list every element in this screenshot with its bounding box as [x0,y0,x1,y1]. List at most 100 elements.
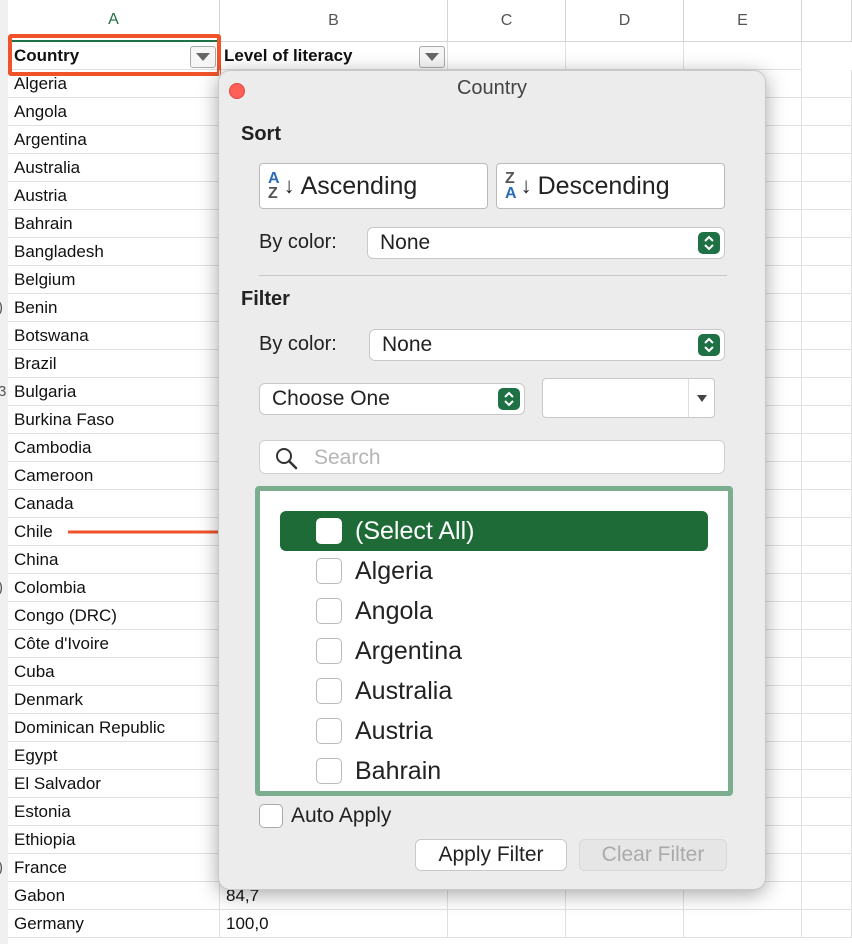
sort-by-color-select[interactable]: None [367,227,725,259]
header-cell-c[interactable] [448,42,566,70]
country-cell[interactable]: Bahrain [8,210,220,238]
country-cell[interactable]: Congo (DRC) [8,602,220,630]
auto-apply-checkbox[interactable] [259,804,283,828]
empty-cell[interactable] [802,266,852,294]
country-cell[interactable]: Germany [8,910,220,938]
empty-cell[interactable] [802,126,852,154]
filter-list-item[interactable]: Austria [280,711,708,751]
country-cell[interactable]: El Salvador [8,770,220,798]
country-cell[interactable]: Belgium [8,266,220,294]
select-all-item[interactable]: (Select All) [280,511,708,551]
literacy-cell[interactable]: 100,0 [220,910,448,938]
empty-cell[interactable] [802,630,852,658]
sort-ascending-button[interactable]: AZ ↓ Ascending [259,163,488,209]
filter-list-item[interactable]: Australia [280,671,708,711]
filter-list-item[interactable]: Bahrain [280,751,708,791]
condition-value-combo[interactable] [542,378,715,418]
empty-cell[interactable] [802,686,852,714]
item-checkbox[interactable] [316,598,342,624]
item-checkbox[interactable] [316,718,342,744]
country-cell[interactable]: Ethiopia [8,826,220,854]
column-header-d[interactable]: D [566,0,684,42]
country-cell[interactable]: Canada [8,490,220,518]
search-input[interactable] [312,443,706,473]
country-cell[interactable]: Angola [8,98,220,126]
country-cell[interactable]: Denmark [8,686,220,714]
country-cell[interactable]: Botswana [8,322,220,350]
empty-cell[interactable] [802,182,852,210]
empty-cell[interactable] [802,98,852,126]
country-cell[interactable]: Cameroon [8,462,220,490]
empty-cell[interactable] [802,574,852,602]
header-cell-d[interactable] [566,42,684,70]
empty-cell[interactable] [802,742,852,770]
header-cell-e[interactable] [684,42,802,70]
country-cell[interactable]: China [8,546,220,574]
empty-cell[interactable] [802,602,852,630]
country-cell[interactable]: Dominican Republic [8,714,220,742]
country-cell[interactable]: Gabon [8,882,220,910]
item-checkbox[interactable] [316,678,342,704]
empty-cell[interactable] [802,910,852,938]
filter-by-color-select[interactable]: None [369,329,725,361]
empty-cell[interactable] [802,518,852,546]
empty-cell[interactable] [802,462,852,490]
country-cell[interactable]: Austria [8,182,220,210]
header-cell-literacy[interactable]: Level of literacy [218,42,448,70]
empty-cell[interactable] [448,910,566,938]
column-header-e[interactable]: E [684,0,802,42]
column-header-c[interactable]: C [448,0,566,42]
empty-cell[interactable] [802,210,852,238]
empty-cell[interactable] [802,154,852,182]
apply-filter-button[interactable]: Apply Filter [415,839,567,871]
empty-cell[interactable] [802,70,852,98]
auto-apply-toggle[interactable]: Auto Apply [259,804,391,828]
row-number[interactable]: 3 [0,378,6,406]
country-cell[interactable]: Bulgaria [8,378,220,406]
item-checkbox[interactable] [316,638,342,664]
column-header-f[interactable] [802,0,852,42]
empty-cell[interactable] [802,546,852,574]
empty-cell[interactable] [802,378,852,406]
empty-cell[interactable] [802,798,852,826]
empty-cell[interactable] [802,434,852,462]
empty-cell[interactable] [802,826,852,854]
empty-cell[interactable] [802,406,852,434]
search-field[interactable] [259,440,725,474]
item-checkbox[interactable] [316,758,342,784]
select-all-checkbox[interactable] [316,518,342,544]
empty-cell[interactable] [802,658,852,686]
country-cell[interactable]: France [8,854,220,882]
clear-filter-button[interactable]: Clear Filter [579,839,727,871]
empty-cell[interactable] [802,854,852,882]
country-cell[interactable]: Bangladesh [8,238,220,266]
empty-cell[interactable] [684,910,802,938]
row-number[interactable]: ) [0,574,6,602]
country-cell[interactable]: Côte d'Ivoire [8,630,220,658]
filter-list-item[interactable]: Argentina [280,631,708,671]
country-cell[interactable]: Burkina Faso [8,406,220,434]
country-cell[interactable]: Colombia [8,574,220,602]
empty-cell[interactable] [802,238,852,266]
country-cell[interactable]: Cuba [8,658,220,686]
country-cell[interactable]: Benin [8,294,220,322]
country-cell[interactable]: Algeria [8,70,220,98]
empty-cell[interactable] [802,770,852,798]
country-cell[interactable]: Cambodia [8,434,220,462]
row-number[interactable]: ) [0,294,6,322]
country-cell[interactable]: Egypt [8,742,220,770]
filter-list-item[interactable]: Algeria [280,551,708,591]
empty-cell[interactable] [802,322,852,350]
chevron-down-icon[interactable] [688,379,714,417]
country-cell[interactable]: Australia [8,154,220,182]
row-number[interactable]: ) [0,854,6,882]
filter-values-list[interactable]: (Select All) Algeria Angola Argentina Austra… [255,486,733,796]
condition-select[interactable]: Choose One [259,383,525,415]
sort-descending-button[interactable]: ZA ↓ Descending [496,163,725,209]
empty-cell[interactable] [802,294,852,322]
empty-cell[interactable] [802,350,852,378]
empty-cell[interactable] [802,714,852,742]
country-cell[interactable]: Argentina [8,126,220,154]
country-cell[interactable]: Brazil [8,350,220,378]
filter-list-item[interactable]: Angola [280,591,708,631]
